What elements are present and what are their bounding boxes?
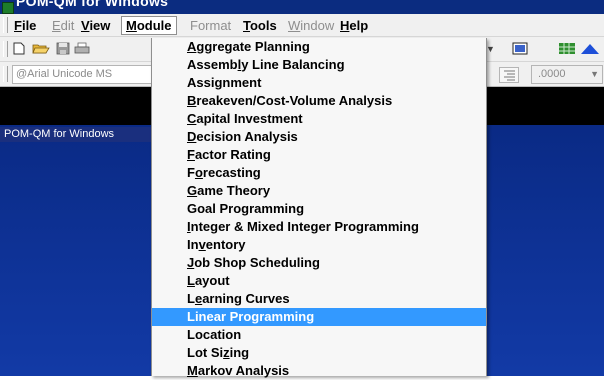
title-bar: POM-QM for Windows [0,0,604,14]
menu-item-location[interactable]: Location [152,326,486,344]
align-right-icon[interactable] [499,67,519,83]
menu-item-job-shop-scheduling[interactable]: Job Shop Scheduling [152,254,486,272]
window-title: POM-QM for Windows [16,0,169,9]
menu-item-label: Learning Curves [187,291,290,306]
menu-item-lot-sizing[interactable]: Lot Sizing [152,344,486,362]
format-toolbar-grip[interactable] [3,66,8,82]
menu-item-label: Capital Investment [187,111,303,126]
menu-item-label: Layout [187,273,230,288]
chart-icon[interactable] [580,42,600,55]
module-menu: Aggregate Planning Assembly Line Balancin… [151,38,487,378]
menu-item-label: Breakeven/Cost-Volume Analysis [187,93,393,108]
print-icon[interactable] [74,42,90,55]
open-folder-icon[interactable] [32,42,50,55]
menu-item-layout[interactable]: Layout [152,272,486,290]
menu-format[interactable]: Format [190,18,231,33]
menu-item-label: Game Theory [187,183,271,198]
new-file-icon[interactable] [12,42,26,55]
menu-item-capital-investment[interactable]: Capital Investment [152,110,486,128]
menu-item-markov-analysis[interactable]: Markov Analysis [152,362,486,380]
app-icon [2,2,14,14]
menu-item-label: Aggregate Planning [187,39,310,54]
menu-edit[interactable]: Edit [52,18,74,33]
menu-item-assignment[interactable]: Assignment [152,74,486,92]
chevron-down-icon: ▼ [590,69,599,79]
menu-view[interactable]: View [81,18,110,33]
menu-file[interactable]: File [14,18,36,33]
menu-item-inventory[interactable]: Inventory [152,236,486,254]
menu-item-decision-analysis[interactable]: Decision Analysis [152,128,486,146]
menu-window[interactable]: Window [288,18,334,33]
menu-item-forecasting[interactable]: Forecasting [152,164,486,182]
menu-item-label: Assembly Line Balancing [187,57,345,72]
menu-item-label: Forecasting [187,165,261,180]
child-window-title: POM-QM for Windows [0,127,156,142]
toolbar-grip[interactable] [3,41,8,57]
menu-item-label: Markov Analysis [187,363,290,378]
menu-item-label: Linear Programming [187,309,315,324]
menu-item-label: Decision Analysis [187,129,298,144]
menu-item-linear-programming[interactable]: Linear Programming [152,308,486,326]
menu-item-label: Job Shop Scheduling [187,255,320,270]
menu-item-label: Inventory [187,237,246,252]
number-format-value: .0000 [538,68,566,80]
menu-item-label: Goal Programming [187,201,305,216]
grid-icon[interactable] [558,42,576,55]
number-format-select[interactable]: .0000 ▼ [531,65,603,84]
menu-item-aggregate-planning[interactable]: Aggregate Planning [152,38,486,56]
menu-module[interactable]: Module [121,16,177,35]
font-name-select[interactable]: @Arial Unicode MS [12,65,157,84]
menu-item-integer-mixed-integer-programming[interactable]: Integer & Mixed Integer Programming [152,218,486,236]
menu-bar: File Edit View Module Format Tools Window Help [0,14,604,37]
menu-item-factor-rating[interactable]: Factor Rating [152,146,486,164]
chevron-down-icon[interactable]: ▼ [486,42,496,56]
menu-tools[interactable]: Tools [243,18,277,33]
menu-item-label: Factor Rating [187,147,271,162]
menu-item-label: Location [187,327,242,342]
menubar-grip[interactable] [3,17,8,33]
menu-item-game-theory[interactable]: Game Theory [152,182,486,200]
spreadsheet-icon[interactable] [512,42,528,55]
menu-item-label: Integer & Mixed Integer Programming [187,219,419,234]
menu-item-breakeven-cost-volume-analysis[interactable]: Breakeven/Cost-Volume Analysis [152,92,486,110]
menu-item-goal-programming[interactable]: Goal Programming [152,200,486,218]
menu-help[interactable]: Help [340,18,368,33]
menu-item-label: Lot Sizing [187,345,250,360]
menu-item-learning-curves[interactable]: Learning Curves [152,290,486,308]
menu-item-label: Assignment [187,75,262,90]
menu-item-assembly-line-balancing[interactable]: Assembly Line Balancing [152,56,486,74]
save-icon[interactable] [56,42,70,55]
